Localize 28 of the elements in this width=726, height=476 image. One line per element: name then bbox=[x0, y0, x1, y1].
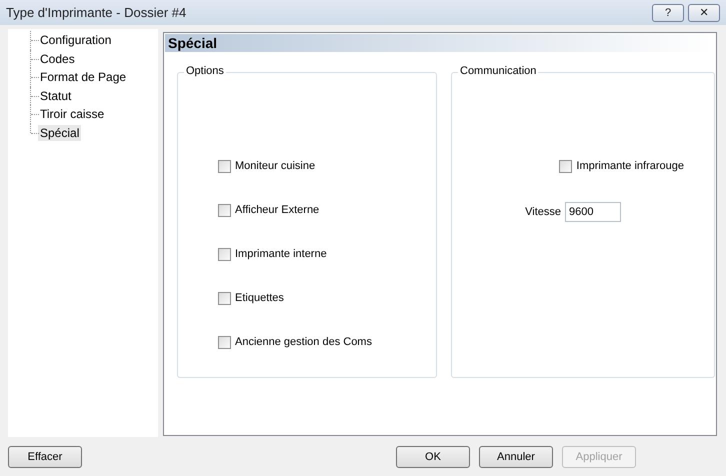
close-button[interactable]: ✕ bbox=[688, 4, 720, 22]
tree-item[interactable]: Codes bbox=[38, 50, 77, 67]
checkbox[interactable] bbox=[559, 160, 572, 173]
checkbox[interactable] bbox=[218, 160, 231, 173]
checkbox-label: Imprimante interne bbox=[235, 248, 327, 260]
checkbox-label: Ancienne gestion des Coms bbox=[235, 336, 372, 348]
help-button[interactable]: ? bbox=[652, 4, 684, 22]
checkbox-label: Afficheur Externe bbox=[235, 204, 320, 216]
checkbox[interactable] bbox=[218, 204, 231, 217]
dialog-button[interactable]: Annuler bbox=[479, 446, 553, 468]
tree-item[interactable]: Tiroir caisse bbox=[38, 106, 106, 122]
checkbox-label: Imprimante infrarouge bbox=[576, 160, 684, 172]
window-title: Type d'Imprimante - Dossier #4 bbox=[6, 5, 186, 20]
checkbox[interactable] bbox=[218, 292, 231, 305]
tree-item[interactable]: Spécial bbox=[38, 124, 82, 141]
checkbox[interactable] bbox=[218, 336, 231, 349]
group-title: Communication bbox=[458, 65, 538, 78]
tree-item[interactable]: Configuration bbox=[38, 32, 114, 48]
checkbox-label: Moniteur cuisine bbox=[235, 160, 316, 172]
checkbox-label: Etiquettes bbox=[235, 292, 284, 304]
tree-item[interactable]: Statut bbox=[38, 88, 74, 104]
group-title: Options bbox=[184, 65, 226, 78]
checkbox[interactable] bbox=[218, 248, 231, 261]
input-field[interactable]: 9600 bbox=[565, 202, 621, 222]
field-label: Vitesse bbox=[525, 206, 561, 218]
dialog-button[interactable]: OK bbox=[396, 446, 470, 468]
tree-item[interactable]: Format de Page bbox=[38, 69, 128, 86]
dialog-button[interactable]: Effacer bbox=[8, 446, 82, 468]
